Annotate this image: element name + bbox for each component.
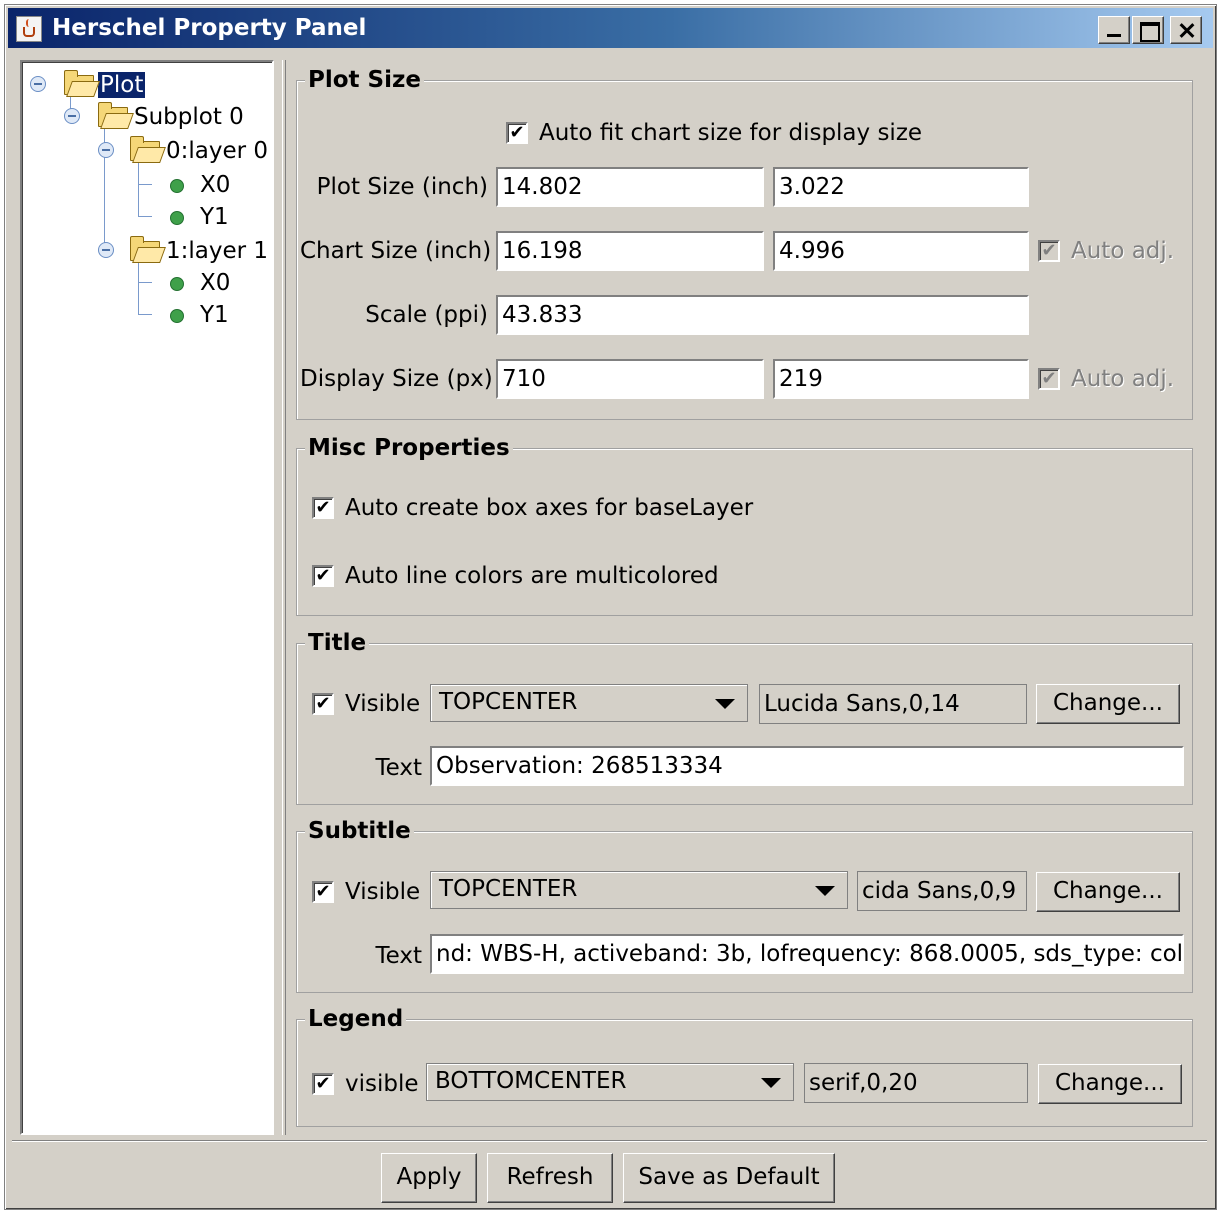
title-group-title: Title (305, 630, 370, 656)
box-axes-label: Auto create box axes for baseLayer (345, 495, 754, 521)
subtitle-visible-checkbox[interactable]: ✔ (312, 881, 334, 903)
tree-label-plot: Plot (98, 72, 146, 98)
dropdown-arrow-icon (715, 699, 735, 709)
title-visible-label: Visible (345, 691, 421, 717)
leaf-dot-icon (170, 211, 184, 225)
leaf-dot-icon (170, 309, 184, 323)
title-position-select[interactable]: TOPCENTER (430, 684, 748, 722)
auto-fit-checkbox[interactable]: ✔ (506, 122, 528, 144)
legend-group-title: Legend (305, 1006, 407, 1032)
title-bar[interactable]: Herschel Property Panel (8, 8, 1213, 48)
tree-node-layer-0[interactable]: 0:layer 0 (130, 136, 270, 166)
collapse-plot-icon[interactable] (30, 76, 46, 92)
plot-height-field[interactable]: 3.022 (773, 167, 1029, 207)
collapse-subplot-icon[interactable] (64, 108, 80, 124)
multicolor-checkbox[interactable]: ✔ (312, 565, 334, 587)
tree-label-layer-1: 1:layer 1 (166, 238, 269, 264)
display-auto-adj-checkbox[interactable]: ✔ (1038, 368, 1060, 390)
chart-auto-adj-label: Auto adj. (1071, 238, 1175, 264)
apply-button[interactable]: Apply (381, 1153, 477, 1203)
leaf-dot-icon (170, 277, 184, 291)
title-visible-checkbox[interactable]: ✔ (312, 693, 334, 715)
close-icon[interactable] (1170, 16, 1202, 44)
folder-open-icon (64, 70, 94, 95)
folder-open-icon (130, 136, 160, 161)
display-height-field[interactable]: 219 (773, 359, 1029, 399)
tree-label-y1: Y1 (200, 302, 229, 328)
tree-node-layer1-x0[interactable]: X0 (170, 268, 232, 298)
chart-auto-adj-checkbox[interactable]: ✔ (1038, 240, 1060, 262)
subtitle-group-title: Subtitle (305, 818, 414, 844)
refresh-button[interactable]: Refresh (487, 1153, 613, 1203)
legend-visible-checkbox[interactable]: ✔ (312, 1073, 334, 1095)
title-font-field: Lucida Sans,0,14 (759, 684, 1027, 724)
leaf-dot-icon (170, 179, 184, 193)
scale-field[interactable]: 43.833 (496, 295, 1029, 335)
tree-node-layer0-y1[interactable]: Y1 (170, 202, 231, 232)
split-pane-divider[interactable] (282, 60, 286, 1135)
tree-label-subplot: Subplot 0 (134, 104, 244, 130)
tree-label-layer-0: 0:layer 0 (166, 138, 269, 164)
save-as-default-button[interactable]: Save as Default (623, 1153, 835, 1203)
display-auto-adj-label: Auto adj. (1071, 366, 1175, 392)
dropdown-arrow-icon (815, 886, 835, 896)
tree-node-layer-1[interactable]: 1:layer 1 (130, 236, 270, 266)
auto-fit-label: Auto fit chart size for display size (539, 120, 923, 146)
subtitle-position-value: TOPCENTER (439, 876, 578, 902)
folder-open-icon (98, 102, 128, 127)
tree-label-x0: X0 (200, 270, 231, 296)
dropdown-arrow-icon (761, 1078, 781, 1088)
box-axes-checkbox[interactable]: ✔ (312, 497, 334, 519)
scale-label: Scale (ppi) (365, 302, 488, 328)
misc-properties-title: Misc Properties (305, 435, 513, 461)
collapse-layer-0-icon[interactable] (98, 142, 114, 158)
java-app-icon[interactable] (16, 16, 42, 42)
maximize-icon[interactable] (1132, 16, 1164, 44)
legend-position-select[interactable]: BOTTOMCENTER (426, 1063, 794, 1101)
legend-position-value: BOTTOMCENTER (435, 1068, 627, 1094)
title-text-field[interactable]: Observation: 268513334 (430, 746, 1184, 786)
title-position-value: TOPCENTER (439, 689, 578, 715)
title-font-change-button[interactable]: Change... (1036, 684, 1180, 724)
legend-font-field: serif,0,20 (804, 1063, 1028, 1103)
chart-size-label: Chart Size (inch) (300, 238, 492, 264)
tree-node-subplot-0[interactable]: Subplot 0 (98, 102, 246, 132)
subtitle-text-field[interactable]: nd: WBS-H, activeband: 3b, lofrequency: … (430, 934, 1184, 974)
plot-tree[interactable]: Plot Subplot 0 0:layer 0 X0 Y1 1:layer 1… (20, 60, 274, 1135)
subtitle-font-change-button[interactable]: Change... (1036, 872, 1180, 912)
plot-width-field[interactable]: 14.802 (496, 167, 764, 207)
title-text-label: Text (375, 755, 422, 781)
tree-node-layer1-y1[interactable]: Y1 (170, 300, 231, 330)
tree-node-layer0-x0[interactable]: X0 (170, 170, 232, 200)
window-title: Herschel Property Panel (52, 15, 367, 41)
chart-height-field[interactable]: 4.996 (773, 231, 1029, 271)
plot-size-label: Plot Size (inch) (316, 174, 488, 200)
minimize-icon[interactable] (1098, 16, 1130, 44)
multicolor-label: Auto line colors are multicolored (345, 563, 719, 589)
tree-label-x0: X0 (200, 172, 231, 198)
tree-node-plot[interactable]: Plot (64, 70, 146, 100)
folder-open-icon (130, 236, 160, 261)
plot-size-title: Plot Size (305, 67, 424, 93)
display-width-field[interactable]: 710 (496, 359, 764, 399)
subtitle-text-label: Text (375, 943, 422, 969)
subtitle-font-field: cida Sans,0,9 (857, 871, 1027, 911)
tree-label-y1: Y1 (200, 204, 229, 230)
legend-visible-label: visible (345, 1071, 419, 1097)
bottom-separator (12, 1140, 1207, 1141)
collapse-layer-1-icon[interactable] (98, 242, 114, 258)
subtitle-visible-label: Visible (345, 879, 421, 905)
display-size-label: Display Size (px) (300, 366, 493, 392)
subtitle-position-select[interactable]: TOPCENTER (430, 871, 848, 909)
chart-width-field[interactable]: 16.198 (496, 231, 764, 271)
legend-font-change-button[interactable]: Change... (1038, 1064, 1182, 1104)
